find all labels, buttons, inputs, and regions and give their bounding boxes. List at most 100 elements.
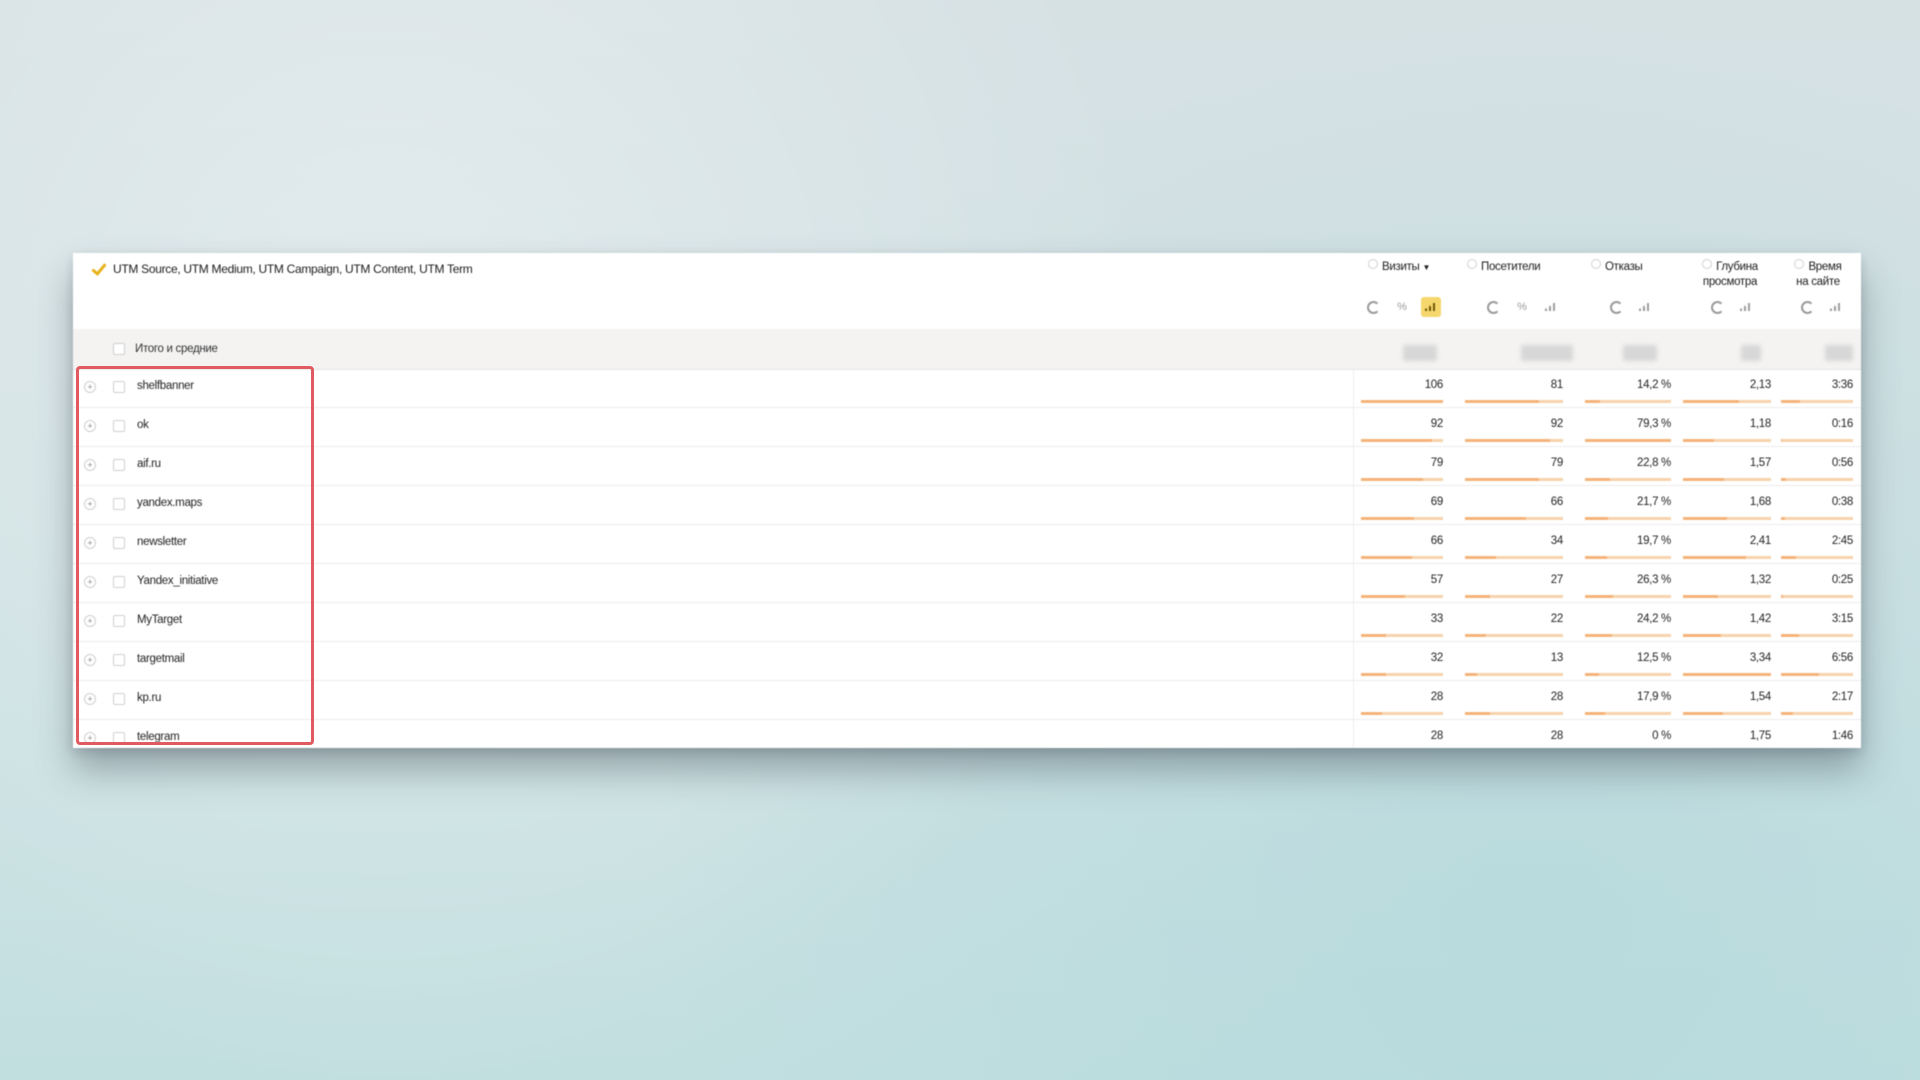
cell-depth: 1,57 (1749, 457, 1771, 469)
expand-icon[interactable]: + (84, 693, 96, 705)
pie-chart-icon[interactable] (1483, 297, 1503, 317)
row-name: telegram (137, 731, 180, 743)
expand-icon[interactable]: + (84, 615, 96, 627)
visitors-view-controls: % (1483, 297, 1561, 317)
bar-bounce (1585, 634, 1671, 637)
bar-bounce (1585, 712, 1671, 715)
cell-visitors: 92 (1550, 418, 1564, 430)
bar-fill-time (1781, 712, 1794, 715)
cell-depth: 1,54 (1749, 691, 1771, 703)
cell-visitors: 34 (1550, 535, 1564, 547)
bar-visitors (1465, 634, 1563, 637)
bar-chart-icon[interactable] (1635, 297, 1655, 317)
bar-bounce (1585, 595, 1671, 598)
cell-visitors: 81 (1550, 379, 1564, 391)
cell-visits: 92 (1430, 418, 1444, 430)
bar-visits (1361, 439, 1443, 442)
bar-chart-icon[interactable] (1541, 297, 1561, 317)
bar-fill-depth (1683, 556, 1747, 559)
row-checkbox[interactable] (113, 576, 125, 588)
bar-visits (1361, 595, 1443, 598)
bar-visits (1361, 634, 1443, 637)
cell-bounce: 14,2 % (1636, 379, 1671, 391)
cell-visitors: 13 (1550, 652, 1564, 664)
row-name: ok (137, 419, 149, 431)
bar-chart-icon[interactable] (1421, 297, 1441, 317)
bar-depth (1683, 673, 1771, 676)
table-row[interactable]: + yandex.maps 69 66 21,7 % 1,68 0:38 (73, 486, 1861, 525)
total-visitors-blurred (1521, 345, 1573, 361)
table-row[interactable]: + newsletter 66 34 19,7 % 2,41 2:45 (73, 525, 1861, 564)
bar-fill-time (1781, 556, 1797, 559)
row-checkbox[interactable] (113, 732, 125, 744)
table-row[interactable]: + aif.ru 79 79 22,8 % 1,57 0:56 (73, 447, 1861, 486)
metric-header-time[interactable]: Время на сайте (1780, 259, 1856, 290)
percent-icon[interactable]: % (1392, 297, 1412, 317)
cell-time: 0:16 (1831, 418, 1853, 430)
expand-icon[interactable]: + (84, 420, 96, 432)
expand-icon[interactable]: + (84, 498, 96, 510)
bar-fill-bounce (1585, 712, 1605, 715)
expand-icon[interactable]: + (84, 537, 96, 549)
table-row[interactable]: + telegram 28 28 0 % 1,75 1:46 (73, 720, 1861, 748)
metric-header-depth[interactable]: Глубина просмотра (1687, 259, 1773, 290)
pie-chart-icon[interactable] (1797, 297, 1817, 317)
table-row[interactable]: + shelfbanner 106 81 14,2 % 2,13 3:36 (73, 369, 1861, 408)
cell-depth: 1,42 (1749, 613, 1771, 625)
row-checkbox[interactable] (113, 498, 125, 510)
row-checkbox[interactable] (113, 693, 125, 705)
table-row[interactable]: + kp.ru 28 28 17,9 % 1,54 2:17 (73, 681, 1861, 720)
row-checkbox[interactable] (113, 537, 125, 549)
metric-header-visits[interactable]: Визиты ▼ (1368, 259, 1430, 275)
bar-visits (1361, 712, 1443, 715)
bar-time (1781, 634, 1853, 637)
cell-time: 0:25 (1831, 574, 1853, 586)
expand-icon[interactable]: + (84, 576, 96, 588)
expand-icon[interactable]: + (84, 381, 96, 393)
bar-chart-icon[interactable] (1826, 297, 1846, 317)
radio-icon (1591, 259, 1601, 269)
row-checkbox[interactable] (113, 654, 125, 666)
table-row[interactable]: + Yandex_initiative 57 27 26,3 % 1,32 0:25 (73, 564, 1861, 603)
cell-visitors: 66 (1550, 496, 1564, 508)
bar-fill-visits (1361, 439, 1433, 442)
table-row[interactable]: + targetmail 32 13 12,5 % 3,34 6:56 (73, 642, 1861, 681)
table-row[interactable]: + MyTarget 33 22 24,2 % 1,42 3:15 (73, 603, 1861, 642)
metric-header-bounce[interactable]: Отказы (1591, 259, 1643, 275)
expand-icon[interactable]: + (84, 459, 96, 471)
row-name: shelfbanner (137, 380, 194, 392)
bar-depth (1683, 400, 1771, 403)
percent-icon[interactable]: % (1512, 297, 1532, 317)
row-checkbox[interactable] (113, 420, 125, 432)
pie-chart-icon[interactable] (1606, 297, 1626, 317)
row-checkbox[interactable] (113, 615, 125, 627)
bar-fill-bounce (1585, 556, 1607, 559)
radio-icon (1467, 259, 1477, 269)
bar-fill-bounce (1585, 673, 1599, 676)
time-view-controls (1797, 297, 1846, 317)
total-checkbox[interactable] (113, 343, 125, 355)
bar-chart-icon[interactable] (1736, 297, 1756, 317)
bar-fill-visitors (1465, 439, 1551, 442)
cell-visits: 28 (1430, 691, 1444, 703)
dimensions-header[interactable]: UTM Source, UTM Medium, UTM Campaign, UT… (91, 261, 473, 277)
bar-fill-depth (1683, 400, 1740, 403)
table-row[interactable]: + ok 92 92 79,3 % 1,18 0:16 (73, 408, 1861, 447)
bar-visitors (1465, 439, 1563, 442)
pie-chart-icon[interactable] (1707, 297, 1727, 317)
bar-fill-visitors (1465, 556, 1497, 559)
row-name: aif.ru (137, 458, 161, 470)
cell-visits: 33 (1430, 613, 1444, 625)
pie-chart-icon[interactable] (1363, 297, 1383, 317)
row-checkbox[interactable] (113, 459, 125, 471)
bar-fill-depth (1683, 439, 1714, 442)
bar-depth (1683, 595, 1771, 598)
bar-time (1781, 556, 1853, 559)
expand-icon[interactable]: + (84, 654, 96, 666)
metric-header-visitors[interactable]: Посетители (1467, 259, 1541, 275)
bar-fill-visits (1361, 595, 1406, 598)
expand-icon[interactable]: + (84, 732, 96, 744)
row-checkbox[interactable] (113, 381, 125, 393)
bar-time (1781, 439, 1853, 442)
bar-fill-visitors (1465, 634, 1486, 637)
